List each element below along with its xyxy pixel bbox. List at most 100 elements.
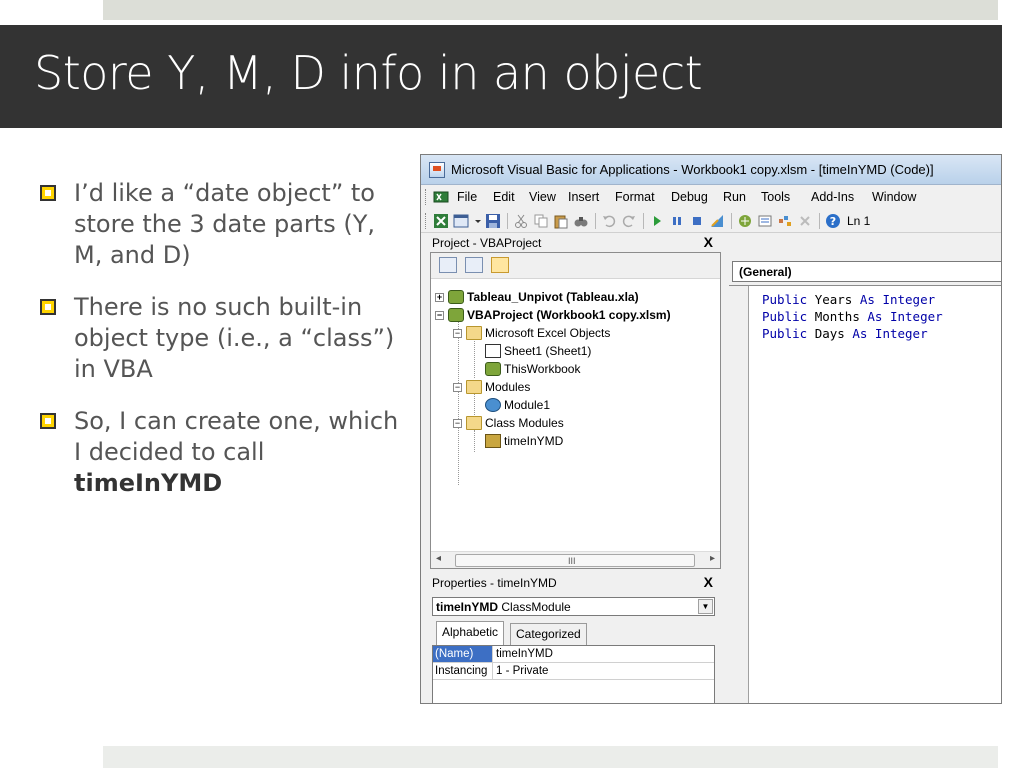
find-icon[interactable] bbox=[573, 213, 589, 229]
project-pane-close-button[interactable]: X bbox=[704, 234, 713, 250]
break-icon[interactable] bbox=[669, 213, 685, 229]
property-name: Instancing bbox=[433, 663, 493, 679]
copy-icon[interactable] bbox=[533, 213, 549, 229]
vba-window-title: Microsoft Visual Basic for Applications … bbox=[451, 162, 934, 177]
tree-collapse-icon[interactable]: − bbox=[435, 311, 444, 320]
scroll-left-icon[interactable]: ◂ bbox=[436, 553, 441, 564]
property-row[interactable]: (Name) timeInYMD bbox=[433, 646, 714, 663]
reset-icon[interactable] bbox=[689, 213, 705, 229]
menu-edit[interactable]: Edit bbox=[493, 190, 515, 204]
folder-icon bbox=[466, 380, 482, 394]
toolbar-separator bbox=[595, 213, 596, 229]
scroll-right-icon[interactable]: ▸ bbox=[710, 553, 715, 564]
code-line[interactable]: Public Days As Integer bbox=[762, 326, 928, 341]
menu-run[interactable]: Run bbox=[723, 190, 746, 204]
toolbar-separator bbox=[731, 213, 732, 229]
design-mode-icon[interactable] bbox=[709, 213, 725, 229]
dropdown-arrow-icon[interactable] bbox=[473, 213, 483, 229]
svg-text:?: ? bbox=[830, 215, 836, 228]
properties-pane-title: Properties - timeInYMD bbox=[432, 576, 557, 590]
pane-splitter[interactable] bbox=[721, 234, 729, 703]
toolbox-icon[interactable] bbox=[797, 213, 813, 229]
help-icon[interactable]: ? bbox=[825, 213, 841, 229]
project-toolbar bbox=[431, 253, 720, 279]
square-bullet-icon bbox=[40, 299, 56, 315]
scroll-thumb[interactable]: III bbox=[455, 554, 695, 567]
properties-grid: (Name) timeInYMD Instancing 1 - Private bbox=[432, 645, 715, 703]
toolbar-grip-icon[interactable] bbox=[425, 213, 428, 229]
tree-collapse-icon[interactable]: − bbox=[453, 329, 462, 338]
vbproject-icon bbox=[448, 308, 464, 322]
view-object-button[interactable] bbox=[465, 257, 483, 273]
project-pane-header: Project - VBAProject X bbox=[430, 234, 721, 252]
vba-app-icon bbox=[429, 162, 445, 178]
save-icon[interactable] bbox=[485, 213, 501, 229]
insert-userform-icon[interactable] bbox=[453, 213, 469, 229]
properties-pane-header: Properties - timeInYMD X bbox=[430, 571, 721, 595]
properties-object-select[interactable]: timeInYMD ClassModule ▼ bbox=[432, 597, 715, 616]
properties-window-icon[interactable] bbox=[757, 213, 773, 229]
module-icon bbox=[485, 398, 501, 412]
redo-icon[interactable] bbox=[621, 213, 637, 229]
object-name: timeInYMD bbox=[436, 600, 499, 614]
bottom-decor-bar bbox=[103, 746, 998, 768]
tree-expand-icon[interactable]: + bbox=[435, 293, 444, 302]
tree-item-label: Sheet1 (Sheet1) bbox=[504, 344, 592, 358]
tree-item-label: timeInYMD bbox=[504, 434, 564, 448]
tree-collapse-icon[interactable]: − bbox=[453, 383, 462, 392]
cut-icon[interactable] bbox=[513, 213, 529, 229]
excel-app-icon[interactable] bbox=[433, 189, 449, 205]
bullet-item: There is no such built-in object type (i… bbox=[40, 292, 400, 385]
chevron-down-icon[interactable]: ▼ bbox=[698, 599, 713, 614]
tree-guide-line bbox=[474, 430, 475, 452]
menu-add-ins[interactable]: Add-Ins bbox=[811, 190, 854, 204]
code-editor[interactable]: Public Years As Integer Public Months As… bbox=[729, 285, 1001, 703]
code-line[interactable]: Public Years As Integer bbox=[762, 292, 935, 307]
property-value[interactable]: 1 - Private bbox=[496, 663, 548, 679]
project-explorer-icon[interactable] bbox=[737, 213, 753, 229]
paste-icon[interactable] bbox=[553, 213, 569, 229]
vba-titlebar[interactable]: Microsoft Visual Basic for Applications … bbox=[421, 155, 1001, 185]
undo-icon[interactable] bbox=[601, 213, 617, 229]
tree-item-label: Microsoft Excel Objects bbox=[485, 326, 611, 340]
tree-item-label: VBAProject (Workbook1 copy.xlsm) bbox=[467, 308, 671, 322]
tab-alphabetic[interactable]: Alphabetic bbox=[436, 621, 505, 645]
bullet-list: I’d like a “date object” to store the 3 … bbox=[40, 178, 400, 520]
folder-icon bbox=[466, 326, 482, 340]
menu-file[interactable]: File bbox=[457, 190, 477, 204]
menu-tools[interactable]: Tools bbox=[761, 190, 790, 204]
tree-collapse-icon[interactable]: − bbox=[453, 419, 462, 428]
bullet-text: I’d like a “date object” to store the 3 … bbox=[74, 179, 375, 269]
property-value[interactable]: timeInYMD bbox=[496, 646, 553, 662]
top-decor-bar bbox=[103, 0, 998, 20]
view-excel-icon[interactable] bbox=[433, 213, 449, 229]
object-type: ClassModule bbox=[501, 600, 571, 614]
project-horizontal-scrollbar[interactable]: ◂ III ▸ bbox=[431, 551, 720, 568]
menubar-grip-icon[interactable] bbox=[425, 189, 428, 205]
property-name: (Name) bbox=[433, 646, 493, 662]
menu-debug[interactable]: Debug bbox=[671, 190, 708, 204]
tree-guide-line bbox=[474, 338, 475, 378]
toggle-folders-button[interactable] bbox=[491, 257, 509, 273]
square-bullet-icon bbox=[40, 413, 56, 429]
menu-insert[interactable]: Insert bbox=[568, 190, 599, 204]
code-object-dropdown[interactable]: (General) bbox=[732, 261, 1001, 282]
menu-window[interactable]: Window bbox=[872, 190, 916, 204]
tree-item-label: ThisWorkbook bbox=[504, 362, 581, 376]
properties-pane-close-button[interactable]: X bbox=[704, 574, 713, 590]
workbook-icon bbox=[485, 362, 501, 376]
slide-title: Store Y, M, D info in an object bbox=[34, 46, 703, 100]
tree-item-label: Modules bbox=[485, 380, 531, 394]
code-line[interactable]: Public Months As Integer bbox=[762, 309, 943, 324]
object-browser-icon[interactable] bbox=[777, 213, 793, 229]
property-row[interactable]: Instancing 1 - Private bbox=[433, 663, 714, 680]
vba-editor-window: Microsoft Visual Basic for Applications … bbox=[420, 154, 1002, 704]
run-icon[interactable] bbox=[649, 213, 665, 229]
code-margin-indicator[interactable] bbox=[729, 286, 749, 703]
tab-categorized[interactable]: Categorized bbox=[510, 623, 587, 645]
menu-format[interactable]: Format bbox=[615, 190, 655, 204]
view-code-button[interactable] bbox=[439, 257, 457, 273]
toolbar-separator bbox=[643, 213, 644, 229]
menu-view[interactable]: View bbox=[529, 190, 556, 204]
bullet-item: I’d like a “date object” to store the 3 … bbox=[40, 178, 400, 271]
